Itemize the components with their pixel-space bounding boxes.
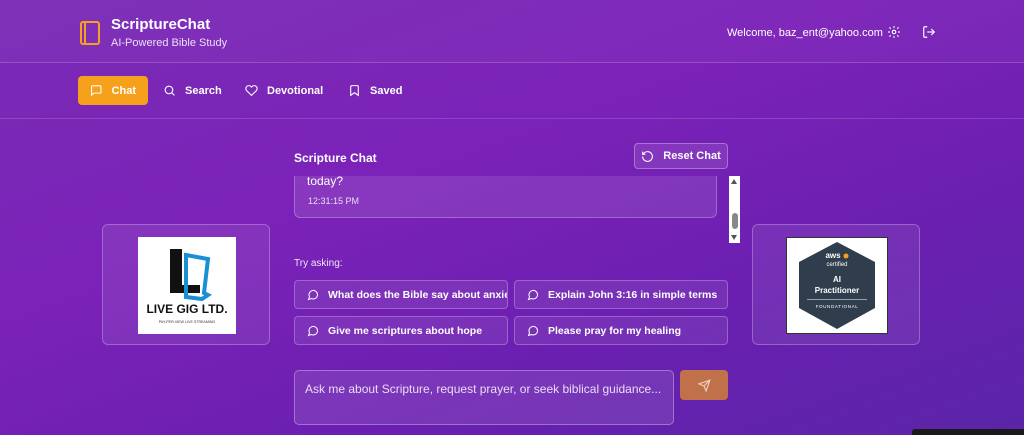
live-gig-logo: LIVE GIG LTD. PAY-PER-VIEW LIVE STREAMIN… (138, 237, 236, 334)
reset-chat-button[interactable]: Reset Chat (634, 143, 728, 169)
book-icon (80, 21, 100, 45)
right-ad-card[interactable]: aws certified AI Practitioner FOUNDATION… (752, 224, 920, 345)
try-asking-label: Try asking: (294, 258, 343, 269)
svg-text:PAY-PER-VIEW LIVE STREAMING: PAY-PER-VIEW LIVE STREAMING (159, 320, 216, 324)
tab-devotional[interactable]: Devotional (233, 76, 335, 105)
search-icon (164, 85, 175, 96)
chat-input[interactable] (294, 370, 674, 425)
app-title: ScriptureChat (111, 16, 211, 33)
message-list[interactable]: today? 12:31:15 PM (294, 176, 740, 243)
message-text: today? (307, 176, 344, 188)
tab-saved-label: Saved (370, 84, 403, 97)
scroll-up-arrow-icon[interactable] (731, 179, 737, 184)
suggestion-chip[interactable]: Give me scriptures about hope (294, 316, 508, 345)
suggestion-chip[interactable]: What does the Bible say about anxiety? (294, 280, 508, 309)
logout-icon[interactable] (922, 25, 936, 39)
send-button[interactable] (680, 370, 728, 400)
message-square-icon (91, 85, 102, 97)
bookmark-icon (350, 85, 359, 97)
svg-text:LIVE GIG LTD.: LIVE GIG LTD. (146, 302, 227, 316)
heart-icon (245, 85, 258, 97)
left-ad-card[interactable]: LIVE GIG LTD. PAY-PER-VIEW LIVE STREAMIN… (102, 224, 270, 345)
app-header: ScriptureChat AI-Powered Bible Study Wel… (0, 0, 1024, 63)
svg-text:certified: certified (826, 262, 847, 268)
send-icon (697, 378, 711, 392)
tab-chat-label: Chat (111, 84, 136, 97)
aws-certified-badge: aws certified AI Practitioner FOUNDATION… (786, 237, 888, 334)
assistant-message: today? 12:31:15 PM (294, 176, 717, 218)
gear-icon[interactable] (887, 25, 901, 39)
svg-text:aws: aws (825, 251, 841, 260)
message-circle-icon (307, 325, 319, 336)
suggestion-text: Explain John 3:16 in simple terms (548, 288, 718, 301)
main-nav: Chat Search Devotional Saved (0, 63, 1024, 119)
message-timestamp: 12:31:15 PM (308, 196, 360, 206)
tab-chat[interactable]: Chat (78, 76, 148, 105)
scroll-down-arrow-icon[interactable] (731, 235, 737, 240)
tab-search-label: Search (185, 84, 222, 97)
app-subtitle: AI-Powered Bible Study (111, 37, 228, 49)
svg-text:FOUNDATIONAL: FOUNDATIONAL (816, 304, 859, 309)
rotate-ccw-icon (642, 150, 654, 162)
svg-text:AI: AI (833, 275, 841, 284)
svg-text:Practitioner: Practitioner (815, 286, 859, 295)
scrollbar-thumb[interactable] (732, 213, 738, 229)
chat-title: Scripture Chat (294, 151, 377, 165)
welcome-text: Welcome, baz_ent@yahoo.com (727, 27, 883, 39)
suggestion-chip[interactable]: Explain John 3:16 in simple terms (514, 280, 728, 309)
taskbar-edge (912, 429, 1024, 435)
tab-saved[interactable]: Saved (336, 76, 414, 105)
tab-devotional-label: Devotional (267, 84, 324, 97)
message-circle-icon (527, 325, 539, 336)
suggestion-chip[interactable]: Please pray for my healing (514, 316, 728, 345)
suggestion-text: Give me scriptures about hope (328, 324, 483, 337)
message-circle-icon (527, 289, 539, 300)
message-scrollbar[interactable] (729, 176, 740, 243)
message-circle-icon (307, 289, 319, 300)
reset-chat-label: Reset Chat (663, 150, 721, 162)
tab-search[interactable]: Search (151, 76, 234, 105)
suggestion-text: What does the Bible say about anxiety? (328, 288, 508, 301)
suggestion-text: Please pray for my healing (548, 324, 682, 337)
